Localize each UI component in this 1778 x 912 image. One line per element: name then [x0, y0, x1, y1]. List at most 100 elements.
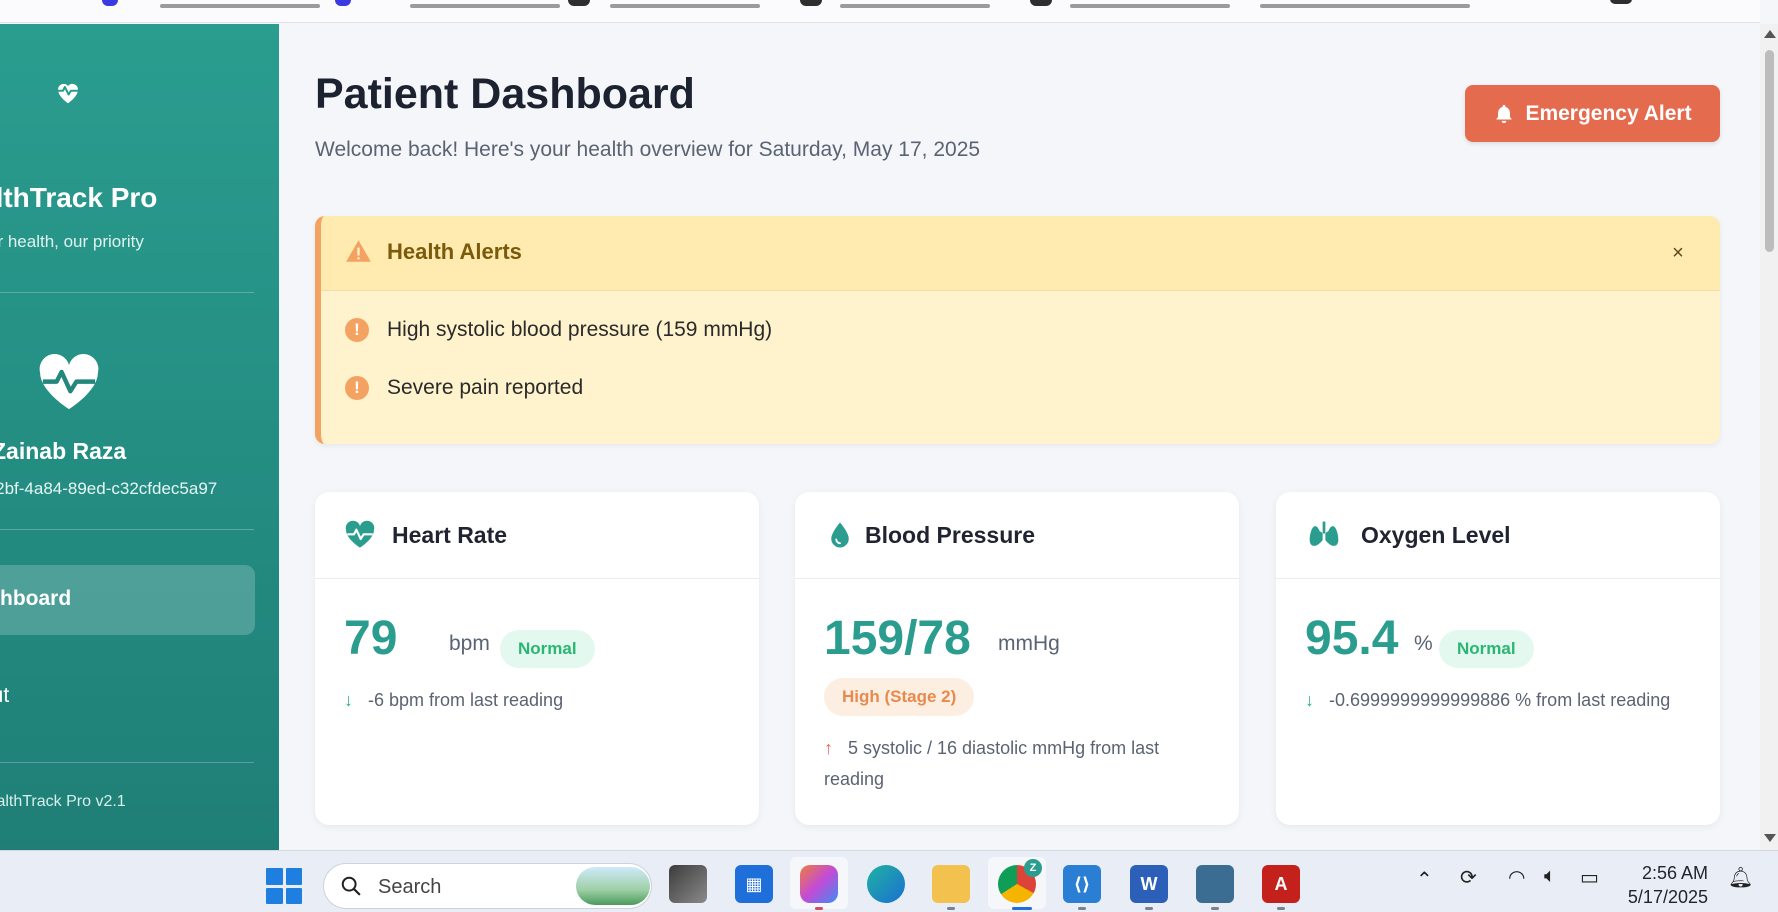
user-heart-avatar-icon [39, 354, 99, 410]
status-badge: Normal [500, 630, 595, 668]
card-header: Oxygen Level [1276, 492, 1720, 579]
card-title: Blood Pressure [865, 522, 1035, 548]
droplet-icon [831, 522, 849, 548]
blood-pressure-card: Blood Pressure 159/78 mmHg High (Stage 2… [795, 492, 1239, 825]
search-label: Search [378, 876, 442, 898]
running-indicator [1145, 907, 1153, 910]
welcome-message: Welcome back! Here's your health overvie… [315, 138, 981, 161]
tab-fragment [410, 4, 560, 8]
close-icon[interactable]: × [1668, 242, 1688, 264]
status-badge: Normal [1439, 630, 1534, 668]
oxygen-level-unit: % [1414, 632, 1433, 655]
tab-fragment [1070, 4, 1230, 8]
running-indicator [947, 907, 955, 910]
trend-info: ↑ 5 systolic / 16 diastolic mmHg from las… [824, 733, 1214, 795]
search-icon [341, 876, 361, 896]
card-header: Heart Rate [315, 492, 759, 579]
microsoft-store-icon[interactable]: ▦ [735, 865, 773, 903]
tab-fragment [1610, 0, 1632, 4]
scroll-thumb[interactable] [1765, 50, 1774, 252]
wifi-icon[interactable]: ◠ [1508, 865, 1525, 890]
card-title: Oxygen Level [1361, 522, 1511, 548]
heart-rate-value: 79 [344, 612, 398, 665]
arrow-down-icon: ↓ [1305, 690, 1314, 710]
task-view-icon[interactable] [669, 865, 707, 903]
trend-info: ↓ -0.6999999999999886 % from last reading [1305, 685, 1695, 716]
chevron-up-icon[interactable]: ⌃ [1416, 867, 1433, 892]
user-id: -a2bf-4a84-89ed-c32cfdec5a97 [0, 479, 218, 498]
running-indicator [1211, 907, 1219, 910]
emergency-alert-button[interactable]: Emergency Alert [1465, 85, 1720, 142]
running-indicator [815, 907, 823, 910]
running-indicator [1277, 907, 1285, 910]
arrow-up-icon: ↑ [824, 738, 833, 758]
notification-bell-icon[interactable]: 🔔︎ [1728, 865, 1753, 890]
heartbeat-logo-icon [58, 83, 78, 104]
tab-fragment [800, 0, 822, 6]
tab-fragment [160, 4, 320, 8]
app-version: HealthTrack Pro v2.1 [0, 793, 126, 810]
lungs-icon [1309, 521, 1339, 546]
sync-icon[interactable]: ⟳ [1460, 865, 1477, 890]
sidebar-item-label: out [0, 684, 10, 707]
tab-fragment [1260, 4, 1470, 8]
sidebar-divider [0, 762, 254, 763]
taskbar-search[interactable]: Search [323, 863, 652, 909]
app-title: althTrack Pro [0, 182, 158, 213]
browser-tab-strip [0, 0, 1760, 23]
volume-icon[interactable]: 🔈︎ [1544, 865, 1556, 888]
heart-rate-unit: bpm [449, 632, 490, 655]
alert-text: High systolic blood pressure (159 mmHg) [387, 318, 773, 341]
health-alerts-title: Health Alerts [387, 239, 522, 264]
oxygen-level-card: Oxygen Level 95.4 % Normal ↓ -0.699999999… [1276, 492, 1720, 825]
health-alerts-panel: Health Alerts × ! High systolic blood pr… [315, 216, 1720, 444]
battery-icon[interactable]: ▭ [1580, 865, 1599, 890]
sidebar-item-logout[interactable]: out [0, 684, 9, 708]
alert-text: Severe pain reported [387, 376, 584, 399]
chrome-icon[interactable]: Z [998, 859, 1042, 903]
taskbar: Search ▦ Z ⟨⟩ W A ⌃ ⟳ ◠ 🔈︎ ▭ 2:56 AM 5/1… [0, 850, 1778, 912]
user-name: Zainab Raza [0, 438, 127, 464]
blood-pressure-value: 159/78 [824, 612, 971, 665]
emergency-alert-label: Emergency Alert [1525, 101, 1692, 125]
blood-pressure-unit: mmHg [998, 632, 1060, 655]
alert-item: ! High systolic blood pressure (159 mmHg… [345, 316, 772, 344]
health-alerts-header: Health Alerts × [321, 216, 1720, 291]
acrobat-icon[interactable]: A [1262, 865, 1300, 903]
clock-date[interactable]: 5/17/2025 [1617, 887, 1708, 908]
word-icon[interactable]: W [1130, 865, 1168, 903]
sidebar-divider [0, 529, 254, 530]
windows-start-icon[interactable] [266, 868, 302, 904]
exclamation-icon: ! [345, 318, 369, 342]
status-badge: High (Stage 2) [824, 678, 975, 716]
sidebar-divider [0, 292, 254, 293]
mysql-workbench-icon[interactable] [1196, 865, 1234, 903]
scroll-up-icon[interactable] [1764, 30, 1776, 38]
bell-icon [1496, 104, 1513, 123]
heart-rate-card: Heart Rate 79 bpm Normal ↓ -6 bpm from la… [315, 492, 759, 825]
tab-fragment [840, 4, 990, 8]
heart-pulse-icon [345, 520, 375, 548]
search-highlight-image [576, 867, 650, 905]
card-header: Blood Pressure [795, 492, 1239, 579]
app-tagline: ur health, our priority [0, 232, 144, 251]
trend-text: -0.6999999999999886 % from last reading [1329, 690, 1671, 710]
edge-icon[interactable] [867, 865, 905, 903]
trend-text: 5 systolic / 16 diastolic mmHg from last… [824, 738, 1160, 789]
arrow-down-icon: ↓ [344, 690, 353, 710]
scroll-down-icon[interactable] [1764, 834, 1776, 842]
page-scrollbar[interactable] [1760, 24, 1778, 850]
trend-info: ↓ -6 bpm from last reading [344, 685, 734, 716]
vscode-icon[interactable]: ⟨⟩ [1063, 865, 1101, 903]
tab-fragment [610, 4, 760, 8]
file-explorer-icon[interactable] [932, 865, 970, 903]
chrome-profile-badge: Z [1024, 859, 1042, 877]
main-content: Patient Dashboard Welcome back! Here's y… [279, 24, 1760, 850]
running-indicator [1012, 907, 1032, 910]
trend-text: -6 bpm from last reading [368, 690, 564, 710]
sidebar-item-label: hboard [0, 587, 72, 610]
clock-time[interactable]: 2:56 AM [1628, 863, 1708, 884]
sidebar-item-dashboard[interactable]: hboard [0, 565, 255, 635]
copilot-icon[interactable] [800, 865, 838, 903]
tab-fragment [568, 0, 590, 6]
